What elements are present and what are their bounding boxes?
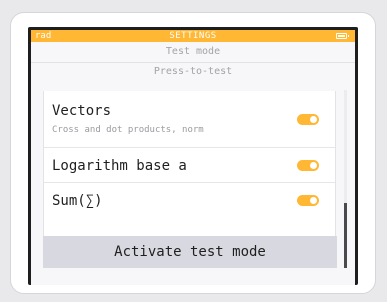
menu-heading: Test mode (165, 46, 221, 57)
battery-icon (336, 33, 349, 39)
list-item-logarithm[interactable]: Logarithm base a (44, 148, 335, 183)
status-bar: rad SETTINGS (31, 30, 355, 42)
list-item-description: Cross and dot products, norm (52, 125, 204, 135)
divider (31, 62, 355, 63)
logarithm-toggle[interactable] (297, 160, 319, 171)
list-item-sum[interactable]: Sum(∑) (44, 183, 335, 218)
calculator-screen: rad SETTINGS Test mode Press-to-test Vec… (28, 27, 358, 285)
list-item-vectors[interactable]: Vectors Cross and dot products, norm (44, 91, 335, 148)
list-item-label: Sum(∑) (52, 193, 103, 209)
status-title: SETTINGS (169, 31, 217, 41)
toggle-knob (310, 197, 317, 204)
list-item-label: Vectors (52, 103, 112, 119)
toggle-knob (310, 162, 317, 169)
toggle-knob (310, 116, 317, 123)
list-item-label: Logarithm base a (52, 158, 187, 174)
activate-test-mode-button[interactable]: Activate test mode (43, 236, 337, 268)
menu-subheading: Press-to-test (153, 66, 233, 77)
vectors-toggle[interactable] (297, 114, 319, 125)
sum-toggle[interactable] (297, 195, 319, 206)
scrollbar-thumb[interactable] (344, 203, 347, 268)
